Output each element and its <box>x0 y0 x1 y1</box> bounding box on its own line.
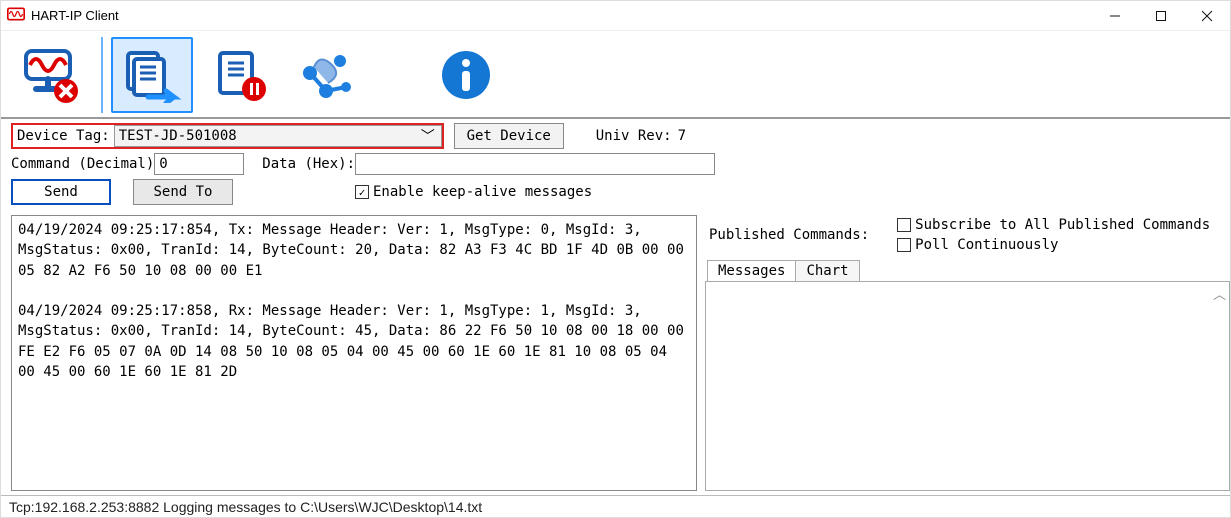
toolbar <box>1 31 1230 119</box>
app-icon <box>7 7 25 24</box>
univ-rev-value: 7 <box>678 128 686 144</box>
enable-keepalive-label: Enable keep-alive messages <box>373 184 592 200</box>
chevron-down-icon: ﹀ <box>419 126 437 146</box>
data-hex-input[interactable] <box>355 153 715 175</box>
poll-continuously-checkbox[interactable]: Poll Continuously <box>897 237 1210 253</box>
main-area: 04/19/2024 09:25:17:854, Tx: Message Hea… <box>1 211 1230 495</box>
device-tag-group: Device Tag: TEST-JD-501008 ﹀ <box>11 123 444 149</box>
checkbox-icon <box>897 218 911 232</box>
log-entry: 04/19/2024 09:25:17:858, Rx: Message Hea… <box>18 303 692 380</box>
close-button[interactable] <box>1184 1 1230 31</box>
window-title: HART-IP Client <box>31 8 119 23</box>
device-tag-label: Device Tag: <box>13 128 114 144</box>
device-tag-select[interactable]: TEST-JD-501008 ﹀ <box>114 125 442 147</box>
send-to-button[interactable]: Send To <box>133 179 233 205</box>
maximize-button[interactable] <box>1138 1 1184 31</box>
tab-messages[interactable]: Messages <box>707 260 796 282</box>
scroll-up-icon[interactable]: ︿ <box>1213 284 1227 298</box>
subscribe-all-checkbox[interactable]: Subscribe to All Published Commands <box>897 217 1210 233</box>
command-input[interactable] <box>154 153 244 175</box>
command-label: Command (Decimal) <box>11 156 154 172</box>
get-device-button[interactable]: Get Device <box>454 123 564 149</box>
log-entry: 04/19/2024 09:25:17:854, Tx: Message Hea… <box>18 222 692 279</box>
title-bar: HART-IP Client <box>1 1 1230 31</box>
log-textarea[interactable]: 04/19/2024 09:25:17:854, Tx: Message Hea… <box>11 215 697 491</box>
form-area: Device Tag: TEST-JD-501008 ﹀ Get Device … <box>1 119 1230 211</box>
toolbar-disconnect-button[interactable] <box>11 37 93 113</box>
toolbar-separator <box>101 37 103 113</box>
published-content[interactable]: ︿ <box>705 281 1230 491</box>
device-tag-value: TEST-JD-501008 <box>119 128 419 144</box>
toolbar-pause-log-button[interactable] <box>199 37 281 113</box>
toolbar-info-button[interactable] <box>425 37 507 113</box>
toolbar-export-button[interactable] <box>111 37 193 113</box>
send-button[interactable]: Send <box>11 179 111 205</box>
status-bar: Tcp:192.168.2.253:8882 Logging messages … <box>1 495 1230 517</box>
subscribe-all-label: Subscribe to All Published Commands <box>915 217 1210 233</box>
enable-keepalive-checkbox[interactable]: ✓ Enable keep-alive messages <box>355 184 592 200</box>
checkbox-icon: ✓ <box>355 185 369 199</box>
published-panel: Published Commands: Subscribe to All Pub… <box>705 215 1230 491</box>
tab-chart[interactable]: Chart <box>795 260 859 282</box>
poll-continuously-label: Poll Continuously <box>915 237 1058 253</box>
published-tabs: Messages Chart <box>707 259 1230 282</box>
minimize-button[interactable] <box>1092 1 1138 31</box>
checkbox-icon <box>897 238 911 252</box>
toolbar-network-button[interactable] <box>287 37 369 113</box>
univ-rev-label: Univ Rev: <box>596 128 672 144</box>
status-text: Tcp:192.168.2.253:8882 Logging messages … <box>9 499 482 515</box>
data-hex-label: Data (Hex): <box>262 156 355 172</box>
published-header: Published Commands: <box>709 227 869 243</box>
